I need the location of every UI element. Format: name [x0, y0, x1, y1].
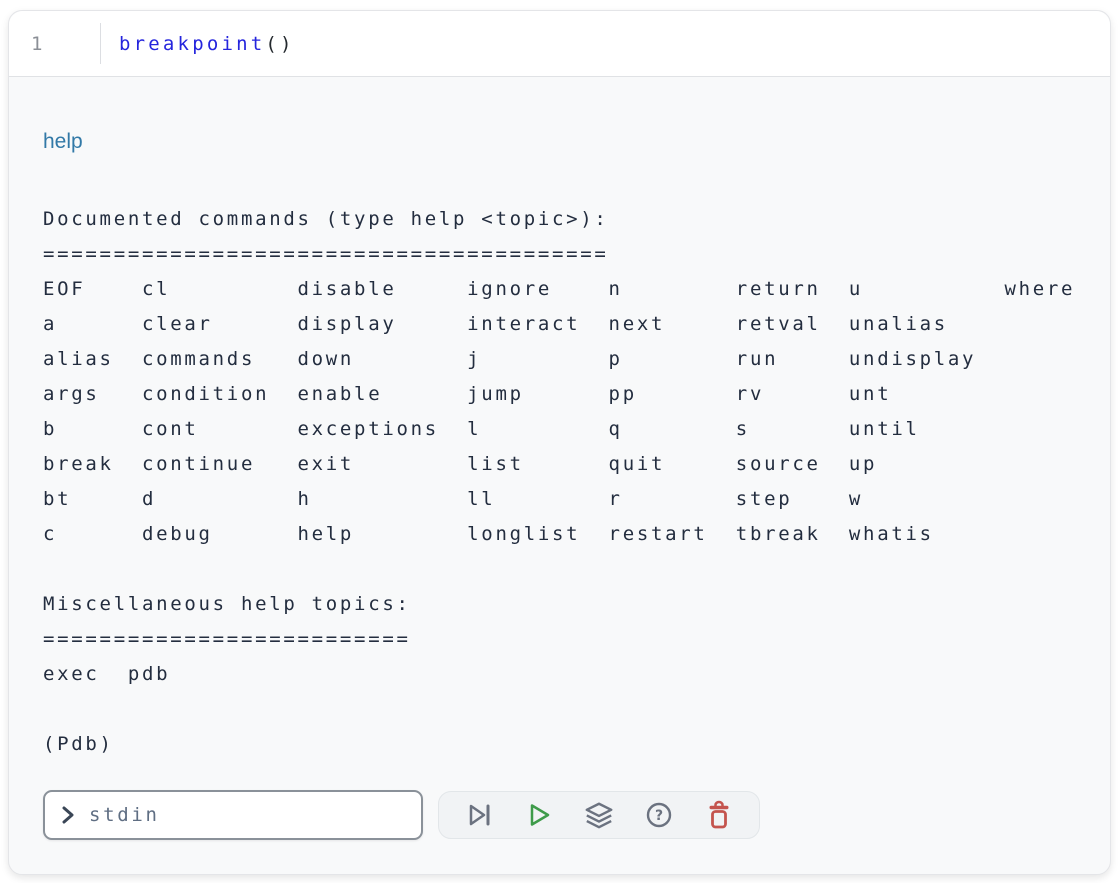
console-input-echo: help: [43, 124, 1090, 159]
editor-gutter: 1: [9, 11, 101, 76]
line-number: 1: [31, 33, 45, 55]
debugger-panel: 1 breakpoint() help Documented commands …: [8, 10, 1111, 875]
clear-button[interactable]: [689, 793, 749, 837]
layers-icon: [584, 800, 614, 830]
skip-forward-icon: [465, 801, 493, 829]
console-input-row: ?: [43, 790, 1090, 840]
trash-icon: [705, 800, 733, 830]
step-next-button[interactable]: [449, 793, 509, 837]
console-area: help Documented commands (type help <top…: [9, 77, 1110, 840]
stdin-input[interactable]: [87, 803, 409, 827]
debug-toolbar: ?: [438, 791, 760, 839]
help-button[interactable]: ?: [629, 793, 689, 837]
chevron-right-icon: [61, 805, 75, 825]
run-button[interactable]: [509, 793, 569, 837]
stdin-field-wrapper[interactable]: [43, 790, 423, 840]
console-output: Documented commands (type help <topic>):…: [43, 202, 1090, 762]
svg-text:?: ?: [655, 808, 663, 824]
play-icon: [525, 801, 553, 829]
code-editor[interactable]: 1 breakpoint(): [9, 11, 1110, 77]
code-token-parens: (): [265, 33, 294, 55]
stack-view-button[interactable]: [569, 793, 629, 837]
code-token-builtin: breakpoint: [119, 33, 265, 55]
question-icon: ?: [645, 801, 673, 829]
code-line[interactable]: breakpoint(): [101, 11, 295, 76]
